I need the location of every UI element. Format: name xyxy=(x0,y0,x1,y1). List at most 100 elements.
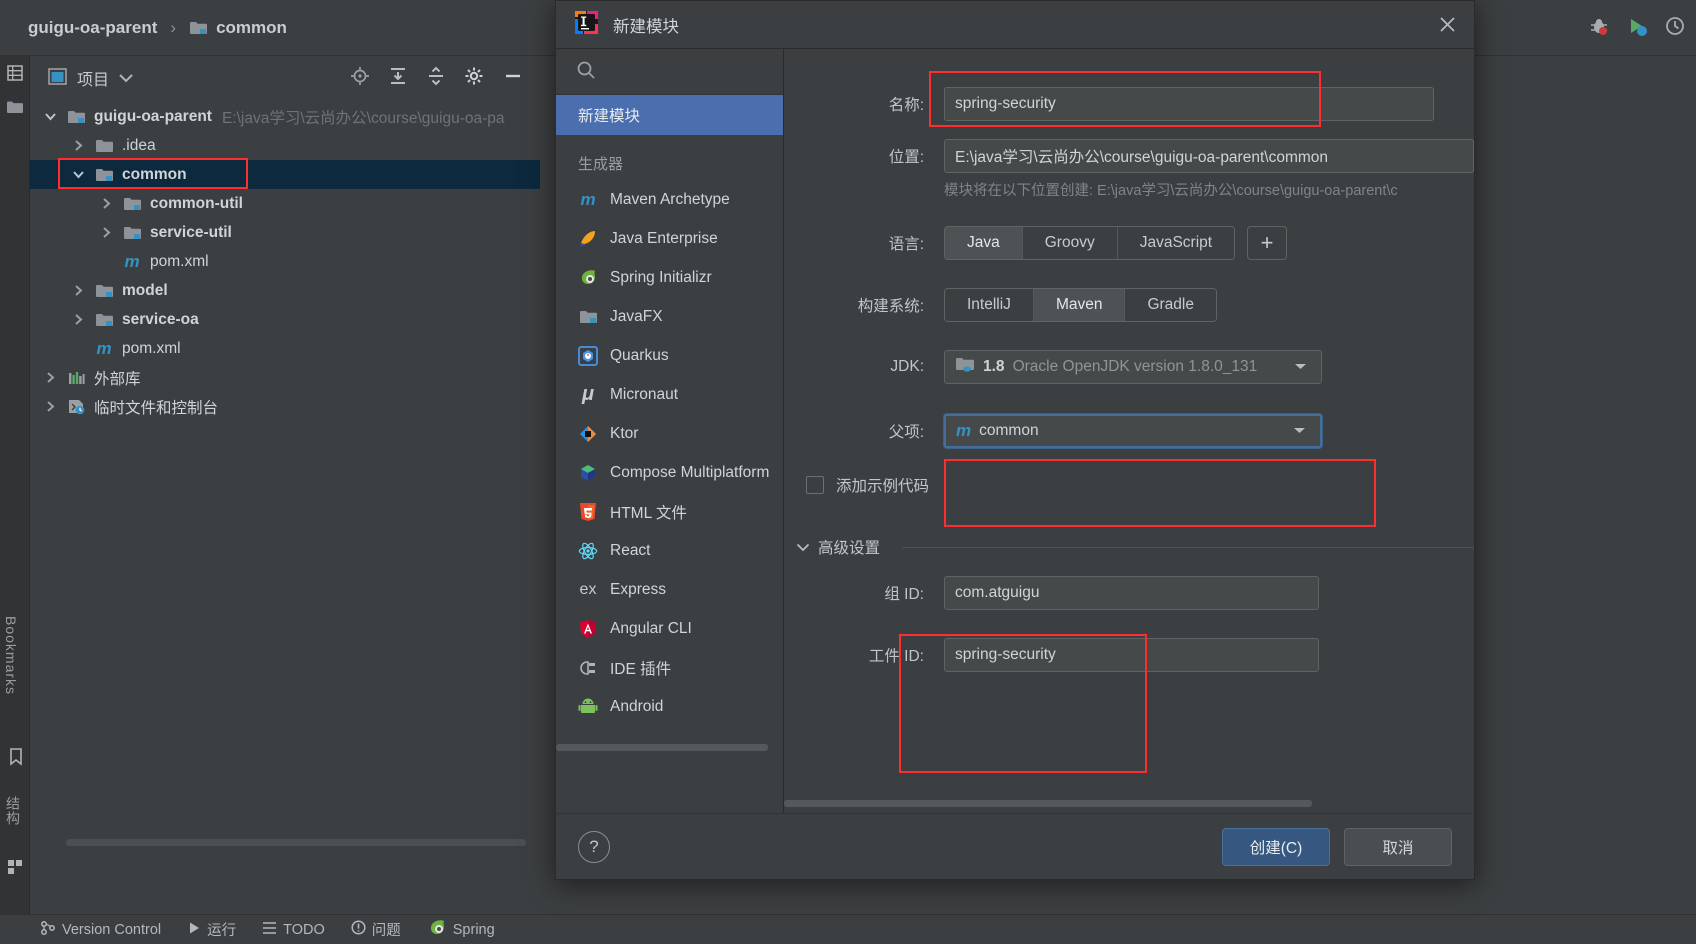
build-system-option-intellij[interactable]: IntelliJ xyxy=(945,289,1033,321)
tree-row[interactable]: model xyxy=(30,276,540,305)
jdk-folder-icon xyxy=(955,356,975,378)
tree-row[interactable]: .idea xyxy=(30,131,540,160)
generator-item[interactable]: Angular CLI xyxy=(556,609,783,648)
tree-row[interactable]: guigu-oa-parent E:\java学习\云尚办公\course\gui… xyxy=(30,102,540,131)
chevron-down-icon[interactable] xyxy=(119,70,133,87)
breadcrumb-current[interactable]: common xyxy=(216,18,287,38)
folder-icon[interactable] xyxy=(4,96,26,118)
tree-row[interactable]: 外部库 xyxy=(30,363,540,392)
tree-row[interactable]: m pom.xml xyxy=(30,247,540,276)
chevron-right-icon[interactable] xyxy=(72,313,86,327)
chevron-right-icon[interactable] xyxy=(100,226,114,240)
generator-item-label: Quarkus xyxy=(610,346,669,364)
location-input[interactable]: E:\java学习\云尚办公\course\guigu-oa-parent\co… xyxy=(944,139,1474,173)
create-button[interactable]: 创建(C) xyxy=(1222,827,1330,866)
structure-tool-label[interactable]: 结构 xyxy=(3,796,23,826)
jdk-label: JDK: xyxy=(890,358,924,375)
chevron-right-icon[interactable] xyxy=(72,284,86,298)
chevron-right-icon[interactable] xyxy=(100,197,114,211)
chevron-right-icon[interactable] xyxy=(44,371,58,385)
expand-all-icon[interactable] xyxy=(388,66,408,90)
tree-row[interactable]: common-util xyxy=(30,189,540,218)
generator-item[interactable]: Quarkus xyxy=(556,336,783,375)
bookmark-icon xyxy=(5,746,27,768)
project-horizontal-scrollbar[interactable] xyxy=(66,839,526,846)
tree-row[interactable]: service-oa xyxy=(30,305,540,334)
build-system-option-gradle[interactable]: Gradle xyxy=(1124,289,1216,321)
generator-item[interactable]: JavaFX xyxy=(556,297,783,336)
status-bar-item[interactable]: 运行 xyxy=(187,919,236,940)
generator-item[interactable]: IDE 插件 xyxy=(556,648,783,687)
add-language-button[interactable]: + xyxy=(1247,226,1288,260)
build-system-label: 构建系统: xyxy=(857,298,924,315)
generator-item[interactable]: Ktor xyxy=(556,414,783,453)
advanced-settings-header[interactable]: 高级设置 xyxy=(784,536,1474,558)
generator-item[interactable]: Java Enterprise xyxy=(556,219,783,258)
generator-item[interactable]: Spring Initializr xyxy=(556,258,783,297)
tree-row[interactable]: common xyxy=(30,158,540,189)
generator-item[interactable]: m Maven Archetype xyxy=(556,180,783,219)
tree-row[interactable]: 临时文件和控制台 xyxy=(30,392,540,421)
chevron-down-icon[interactable] xyxy=(44,110,58,124)
intellij-idea-icon xyxy=(574,10,599,39)
name-input[interactable]: spring-security xyxy=(944,87,1434,121)
language-option-groovy[interactable]: Groovy xyxy=(1021,227,1117,259)
chevron-down-icon[interactable] xyxy=(796,539,810,556)
generator-item[interactable]: React xyxy=(556,531,783,570)
tree-row-label: guigu-oa-parent xyxy=(94,107,212,125)
language-option-javascript[interactable]: JavaScript xyxy=(1116,227,1235,259)
generator-item[interactable]: ex Express xyxy=(556,570,783,609)
dialog-title: 新建模块 xyxy=(613,17,679,36)
generator-item[interactable]: Android xyxy=(556,687,783,726)
breadcrumb-root[interactable]: guigu-oa-parent xyxy=(28,18,157,38)
close-icon[interactable] xyxy=(1432,10,1462,40)
artifact-id-input[interactable]: spring-security xyxy=(944,638,1319,672)
group-id-input[interactable]: com.atguigu xyxy=(944,576,1319,610)
notifications-icon[interactable] xyxy=(1664,15,1686,41)
structure-grid-icon[interactable] xyxy=(4,62,26,84)
generator-search-field[interactable] xyxy=(604,63,754,80)
sample-code-checkbox[interactable] xyxy=(806,476,824,494)
chevron-right-icon[interactable] xyxy=(44,400,58,414)
bookmarks-tool-label[interactable]: Bookmarks xyxy=(3,616,19,695)
tree-row[interactable]: service-util xyxy=(30,218,540,247)
hide-panel-icon[interactable] xyxy=(502,66,524,90)
collapse-all-icon[interactable] xyxy=(426,66,446,90)
chevron-right-icon[interactable] xyxy=(72,139,86,153)
artifact-id-label: 工件 ID: xyxy=(868,648,924,665)
generator-item[interactable]: HTML 文件 xyxy=(556,492,783,531)
form-horizontal-scrollbar[interactable] xyxy=(784,800,1312,807)
chevron-down-icon[interactable] xyxy=(72,168,86,182)
generator-item[interactable]: Compose Multiplatform xyxy=(556,453,783,492)
generators-horizontal-scrollbar[interactable] xyxy=(556,744,768,751)
settings-gear-icon[interactable] xyxy=(464,66,484,90)
generator-new-module[interactable]: 新建模块 xyxy=(556,95,783,135)
run-with-coverage-icon[interactable] xyxy=(1626,15,1648,41)
javafx-folder-icon xyxy=(578,307,598,327)
status-bar-item[interactable]: 问题 xyxy=(351,919,401,940)
help-icon[interactable]: ? xyxy=(578,830,610,863)
module-folder-icon xyxy=(94,165,114,185)
status-bar-item[interactable]: Version Control xyxy=(40,920,161,940)
locate-icon[interactable] xyxy=(350,66,370,90)
module-folder-icon xyxy=(94,310,114,330)
parent-select[interactable]: m common xyxy=(944,414,1322,448)
generator-item[interactable]: μ Micronaut xyxy=(556,375,783,414)
search-input[interactable] xyxy=(556,49,783,95)
build-system-option-maven[interactable]: Maven xyxy=(1032,289,1125,321)
debug-bug-icon[interactable] xyxy=(1588,15,1610,41)
generator-item-label: Maven Archetype xyxy=(610,190,730,208)
status-bar-item[interactable]: Spring xyxy=(427,918,495,942)
chevron-down-icon[interactable] xyxy=(1286,358,1315,376)
jdk-select[interactable]: 1.8 Oracle OpenJDK version 1.8.0_131 xyxy=(944,350,1322,384)
dialog-title-bar: 新建模块 xyxy=(556,1,1474,49)
status-bar-item[interactable]: TODO xyxy=(262,921,325,939)
scratches-icon xyxy=(66,397,86,417)
status-bar-item-label: Version Control xyxy=(62,921,162,938)
tree-row-label: model xyxy=(122,281,168,299)
cancel-button[interactable]: 取消 xyxy=(1344,827,1452,866)
language-option-java[interactable]: Java xyxy=(945,227,1022,259)
chevron-down-icon[interactable] xyxy=(1285,422,1314,440)
location-label: 位置: xyxy=(888,149,924,166)
tree-row[interactable]: m pom.xml xyxy=(30,334,540,363)
